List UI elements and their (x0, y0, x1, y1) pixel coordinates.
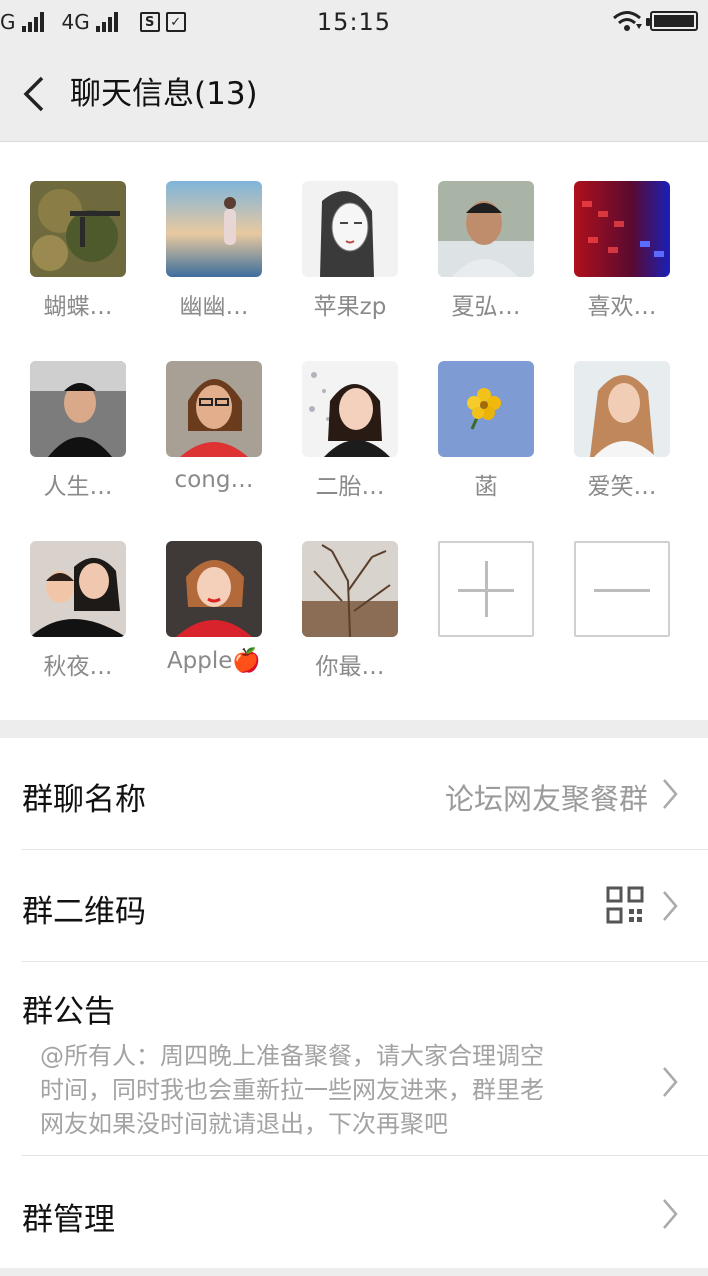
member-grid: 蝴蝶… 幽幽… 苹果zp 夏弘… 喜欢… 人生… cong… 二胎… 菡 爱笑…… (0, 142, 708, 720)
member-name: 喜欢… (587, 294, 657, 320)
avatar[interactable] (574, 361, 670, 457)
avatar[interactable] (302, 361, 398, 457)
avatar[interactable] (438, 361, 534, 457)
avatar[interactable] (166, 181, 262, 277)
member-item[interactable]: 你最… (282, 541, 418, 691)
notice-text-line-2: 时间，同时我也会重新拉一些网友进来，群里老 (40, 1076, 544, 1104)
back-arrow-icon (23, 76, 44, 112)
manage-label: 群管理 (22, 1202, 115, 1238)
notice-text-line-3: 网友如果没时间就请退出，下次再聚吧 (40, 1110, 448, 1138)
member-name: 菡 (474, 474, 498, 500)
minus-icon (594, 589, 650, 592)
member-item[interactable]: cong… (146, 361, 282, 511)
qr-code-icon (606, 886, 644, 924)
avatar[interactable] (302, 541, 398, 637)
add-member-tile[interactable] (418, 541, 554, 691)
wifi-icon (613, 11, 642, 31)
page-title: 聊天信息(13) (70, 76, 258, 112)
member-name: 夏弘… (451, 294, 521, 320)
notice-label: 群公告 (22, 994, 115, 1030)
chevron-right-icon (663, 891, 678, 921)
add-member-button[interactable] (438, 541, 534, 637)
member-name: 蝴蝶… (43, 294, 113, 320)
member-name: 你最… (315, 654, 385, 680)
remove-member-tile[interactable] (554, 541, 690, 691)
group-manage-row[interactable]: 群管理 (0, 1156, 708, 1268)
member-name: 苹果zp (313, 294, 387, 320)
group-notice-row[interactable]: 群公告 @所有人：周四晚上准备聚餐，请大家合理调空 时间，同时我也会重新拉一些网… (0, 962, 708, 1155)
member-item[interactable]: 爱笑… (554, 361, 690, 511)
group-name-row[interactable]: 群聊名称 论坛网友聚餐群 (0, 738, 708, 849)
back-button[interactable] (14, 74, 54, 114)
member-name: 幽幽… (179, 294, 249, 320)
group-name-label: 群聊名称 (22, 782, 146, 818)
avatar[interactable] (30, 181, 126, 277)
chevron-right-icon (663, 1199, 678, 1229)
member-name: Apple🍎 (166, 648, 262, 674)
member-item[interactable]: 菡 (418, 361, 554, 511)
member-item[interactable]: 秋夜… (10, 541, 146, 691)
qrcode-row[interactable]: 群二维码 (0, 850, 708, 961)
qrcode-label: 群二维码 (22, 894, 146, 930)
plus-icon-bar (485, 561, 488, 617)
avatar[interactable] (438, 181, 534, 277)
notice-text-line-1: @所有人：周四晚上准备聚餐，请大家合理调空 (40, 1042, 544, 1070)
avatar[interactable] (166, 361, 262, 457)
member-item[interactable]: Apple🍎 (146, 541, 282, 691)
member-item[interactable]: 喜欢… (554, 181, 690, 331)
status-right (612, 10, 698, 32)
avatar[interactable] (574, 181, 670, 277)
member-item[interactable]: 蝴蝶… (10, 181, 146, 331)
avatar[interactable] (30, 361, 126, 457)
group-settings: 群聊名称 论坛网友聚餐群 群二维码 群公告 @所有人：周四晚上准备聚餐，请大家合… (0, 738, 708, 1268)
status-bar: G 4G S ✓ 15:15 (0, 0, 708, 46)
member-item[interactable]: 夏弘… (418, 181, 554, 331)
member-name: 人生… (43, 474, 113, 500)
member-item[interactable]: 幽幽… (146, 181, 282, 331)
avatar[interactable] (166, 541, 262, 637)
avatar[interactable] (302, 181, 398, 277)
battery-icon (646, 11, 698, 31)
chevron-right-icon (663, 779, 678, 809)
member-name: cong… (174, 467, 254, 493)
member-name: 二胎… (315, 474, 385, 500)
member-item[interactable]: 二胎… (282, 361, 418, 511)
member-item[interactable]: 苹果zp (282, 181, 418, 331)
member-item[interactable]: 人生… (10, 361, 146, 511)
remove-member-button[interactable] (574, 541, 670, 637)
top-bar: 聊天信息(13) (0, 46, 708, 142)
member-name: 爱笑… (587, 474, 657, 500)
status-time: 15:15 (316, 8, 392, 36)
chevron-right-icon (663, 1067, 678, 1097)
avatar[interactable] (30, 541, 126, 637)
bottom-spacer (0, 1268, 708, 1276)
member-name: 秋夜… (43, 654, 113, 680)
group-name-value: 论坛网友聚餐群 (444, 782, 648, 816)
